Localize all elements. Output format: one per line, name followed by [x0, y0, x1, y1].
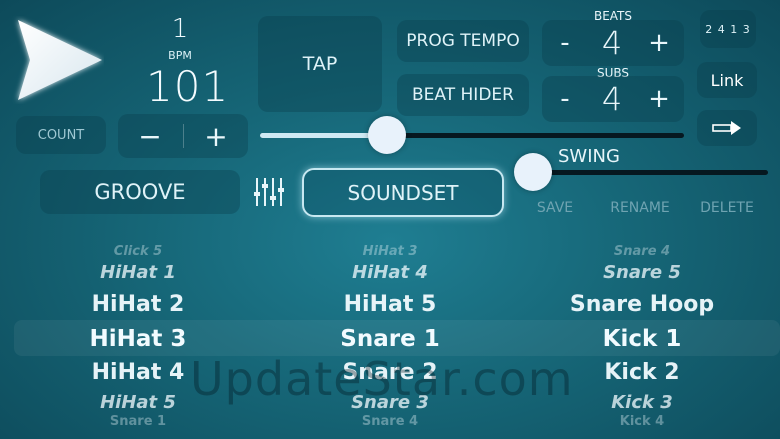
picker-item[interactable]: HiHat 2 — [38, 292, 238, 326]
swing-slider[interactable] — [518, 170, 768, 175]
link-label: Link — [710, 70, 744, 90]
beat-order-icon: 2 4 1 3 — [705, 22, 751, 36]
next-button[interactable] — [697, 110, 757, 146]
arrow-right-icon — [712, 121, 741, 135]
soundset-label: SOUNDSET — [347, 180, 459, 205]
picker-item[interactable]: HiHat 4 — [290, 262, 490, 292]
rename-button[interactable]: RENAME — [600, 200, 680, 216]
mixer-button[interactable] — [252, 174, 288, 210]
picker-item[interactable]: Kick 4 — [542, 414, 742, 430]
picker-item[interactable]: Snare Hoop — [542, 292, 742, 326]
beat-order-button[interactable]: 2 4 1 3 — [700, 10, 756, 48]
bpm-label: BPM — [168, 49, 192, 62]
picker-item[interactable]: Snare 1 — [38, 414, 238, 430]
picker-item[interactable]: Click 5 — [38, 244, 238, 262]
watermark: UpdateStar.com — [190, 352, 574, 406]
picker-item[interactable]: Snare 4 — [542, 244, 742, 262]
picker-item[interactable]: HiHat 1 — [38, 262, 238, 292]
tap-label: TAP — [302, 53, 338, 75]
groove-button[interactable]: GROOVE — [40, 170, 240, 214]
tempo-plus-button[interactable]: + — [184, 114, 248, 158]
beat-hider-label: BEAT HIDER — [412, 85, 514, 105]
beat-hider-button[interactable]: BEAT HIDER — [397, 74, 529, 116]
tempo-slider[interactable] — [260, 133, 684, 138]
current-beat: 1 — [171, 14, 189, 44]
picker-item[interactable]: HiHat 5 — [290, 292, 490, 326]
tempo-slider-handle[interactable] — [368, 116, 407, 154]
mixer-sliders-icon — [254, 178, 284, 206]
picker-item[interactable]: HiHat 3 — [290, 244, 490, 262]
picker-item[interactable]: Snare 4 — [290, 414, 490, 430]
beats-plus-button[interactable]: + — [640, 20, 678, 66]
play-button[interactable] — [12, 16, 104, 104]
swing-label: SWING — [558, 146, 620, 167]
picker-item[interactable]: Snare 5 — [542, 262, 742, 292]
bpm-value[interactable]: 101 — [146, 62, 228, 111]
subs-plus-button[interactable]: + — [640, 76, 678, 122]
play-icon — [18, 20, 102, 100]
tempo-minus-button[interactable]: − — [118, 114, 182, 158]
prog-tempo-label: PROG TEMPO — [406, 31, 520, 51]
count-label: COUNT — [37, 127, 85, 143]
beats-value: 4 — [601, 24, 623, 62]
prog-tempo-button[interactable]: PROG TEMPO — [397, 20, 529, 62]
swing-slider-handle[interactable] — [514, 153, 552, 191]
soundset-button[interactable]: SOUNDSET — [302, 168, 504, 217]
groove-label: GROOVE — [94, 180, 186, 204]
delete-button[interactable]: DELETE — [694, 200, 760, 216]
tap-button[interactable]: TAP — [258, 16, 382, 112]
link-button[interactable]: Link — [697, 62, 757, 98]
beats-minus-button[interactable]: - — [546, 20, 584, 66]
count-button[interactable]: COUNT — [16, 116, 106, 154]
subs-value: 4 — [601, 80, 623, 118]
subs-minus-button[interactable]: - — [546, 76, 584, 122]
save-button[interactable]: SAVE — [526, 200, 584, 216]
